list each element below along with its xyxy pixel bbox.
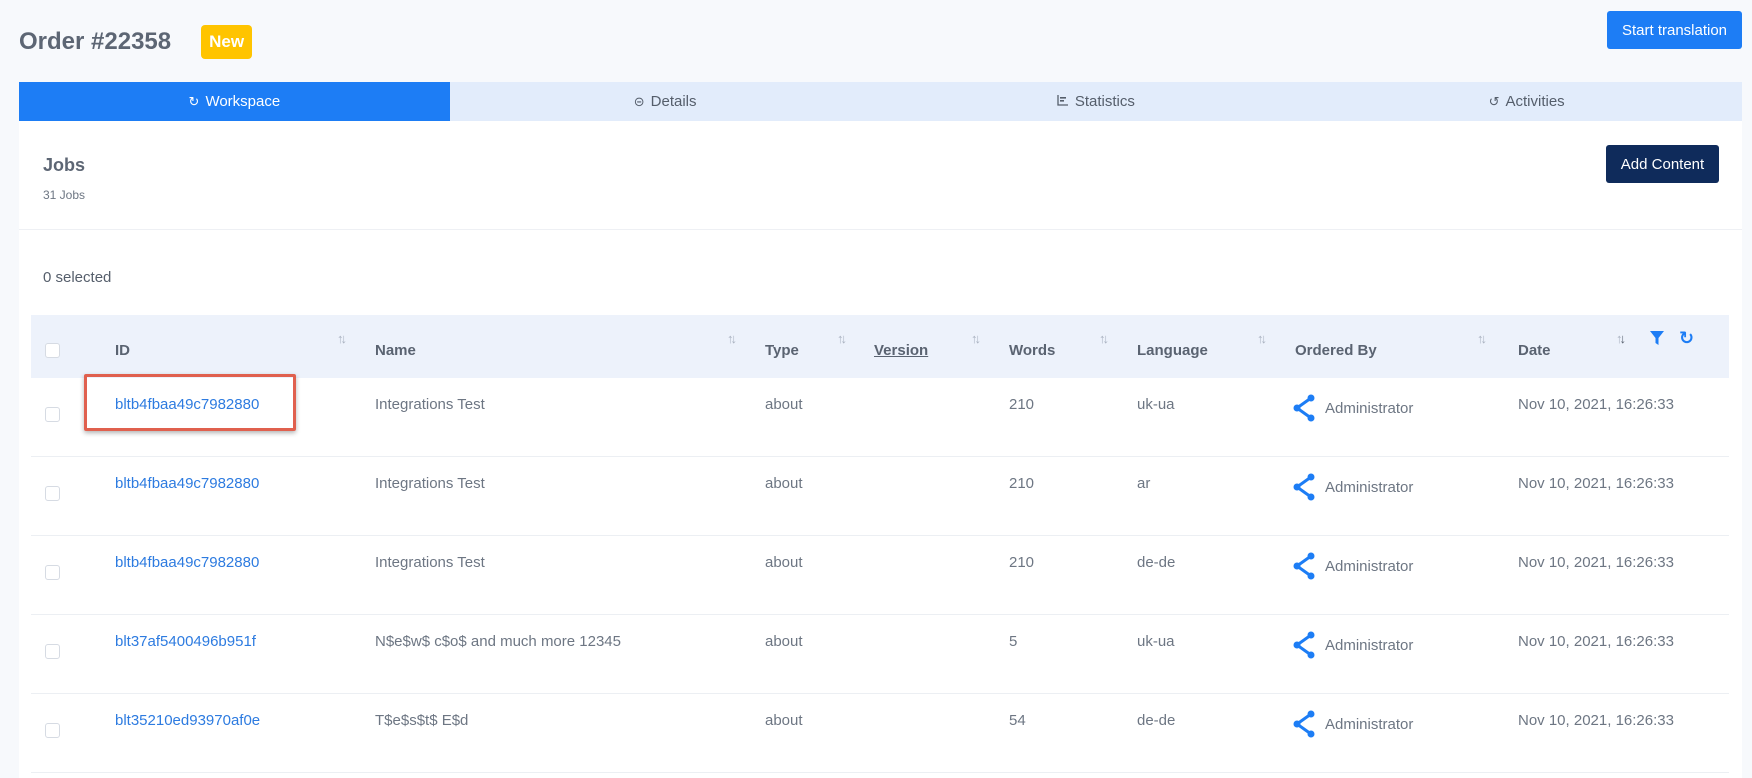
avatar-icon xyxy=(1293,473,1315,501)
table-row: bltb4fbaa49c7982880 Integrations Test ab… xyxy=(31,457,1729,536)
page-title: Order #22358 xyxy=(19,28,172,55)
sort-icon[interactable]: ↑↓ xyxy=(1477,331,1487,346)
table-row: bltb4fbaa49c7982880 Integrations Test ab… xyxy=(31,536,1729,615)
page-header: Order #22358 New xyxy=(19,20,253,64)
ordered-by-name: Administrator xyxy=(1325,478,1414,496)
job-name: Integrations Test xyxy=(375,396,485,413)
jobs-title: Jobs xyxy=(43,155,86,175)
job-type: about xyxy=(765,475,803,492)
jobs-card: Jobs 31 Jobs Add Content 0 selected ID ↑… xyxy=(19,121,1742,778)
job-language: de-de xyxy=(1137,554,1176,571)
jobs-count: 31 Jobs xyxy=(43,188,86,202)
column-header-id[interactable]: ID xyxy=(115,315,130,378)
job-id-link[interactable]: bltb4fbaa49c7982880 xyxy=(115,475,259,492)
tab-label: Workspace xyxy=(205,93,281,110)
job-id-link[interactable]: blt35210ed93970af0e xyxy=(115,712,260,729)
column-header-words[interactable]: Words xyxy=(1009,315,1055,378)
ordered-by: Administrator xyxy=(1293,394,1413,422)
job-id-link[interactable]: blt37af5400496b951f xyxy=(115,633,256,650)
job-date: Nov 10, 2021, 16:26:33 xyxy=(1518,396,1674,413)
row-checkbox[interactable] xyxy=(45,565,60,580)
column-header-date[interactable]: Date xyxy=(1518,315,1551,378)
column-header-name[interactable]: Name xyxy=(375,315,416,378)
job-type: about xyxy=(765,712,803,729)
job-date: Nov 10, 2021, 16:26:33 xyxy=(1518,633,1674,650)
ordered-by-name: Administrator xyxy=(1325,636,1414,654)
tab-label: Details xyxy=(650,93,697,110)
sort-icon[interactable]: ↑↓ xyxy=(837,331,847,346)
select-all-checkbox[interactable] xyxy=(45,343,60,358)
column-header-version[interactable]: Version xyxy=(874,315,928,378)
history-icon: ↺ xyxy=(1488,93,1500,109)
row-checkbox[interactable] xyxy=(45,644,60,659)
job-language: uk-ua xyxy=(1137,633,1175,650)
table-row: blt35210ed93970af0e T$e$s$t$ E$d about 5… xyxy=(31,694,1729,773)
job-words: 5 xyxy=(1009,633,1018,650)
sort-icon[interactable]: ↑↓ xyxy=(727,331,737,346)
job-name: N$e$w$ c$o$ and much more 12345 xyxy=(375,633,621,650)
sort-icon[interactable]: ↑↓ xyxy=(1099,331,1109,346)
filter-icon[interactable] xyxy=(1650,331,1664,351)
refresh-icon: ↻ xyxy=(188,93,200,109)
job-language: uk-ua xyxy=(1137,396,1175,413)
sort-icon[interactable]: ↑↓ xyxy=(1257,331,1267,346)
ordered-by-name: Administrator xyxy=(1325,399,1414,417)
job-words: 210 xyxy=(1009,396,1035,413)
tab-details[interactable]: ⊝ Details xyxy=(450,82,881,121)
ordered-by: Administrator xyxy=(1293,473,1413,501)
column-header-type[interactable]: Type xyxy=(765,315,799,378)
column-header-language[interactable]: Language xyxy=(1137,315,1208,378)
start-translation-button[interactable]: Start translation xyxy=(1607,11,1742,49)
job-id-link[interactable]: bltb4fbaa49c7982880 xyxy=(115,396,259,413)
table-row: bltb4fbaa49c7982880 Integrations Test ab… xyxy=(31,374,1729,457)
job-date: Nov 10, 2021, 16:26:33 xyxy=(1518,475,1674,492)
job-type: about xyxy=(765,633,803,650)
sort-icon[interactable]: ↑↓ xyxy=(337,331,347,346)
tab-label: Activities xyxy=(1505,93,1565,110)
add-content-button[interactable]: Add Content xyxy=(1606,145,1719,183)
column-header-ordered-by[interactable]: Ordered By xyxy=(1295,315,1377,378)
job-language: ar xyxy=(1137,475,1151,492)
job-date: Nov 10, 2021, 16:26:33 xyxy=(1518,712,1674,729)
tab-statistics[interactable]: Statistics xyxy=(881,82,1312,121)
tab-bar: ↻ Workspace ⊝ Details Statistics ↺ Activ… xyxy=(19,82,1742,121)
ordered-by-name: Administrator xyxy=(1325,715,1414,733)
table-row: blt37af5400496b951f N$e$w$ c$o$ and much… xyxy=(31,615,1729,694)
job-name: Integrations Test xyxy=(375,475,485,492)
job-words: 210 xyxy=(1009,475,1035,492)
avatar-icon xyxy=(1293,552,1315,580)
job-type: about xyxy=(765,396,803,413)
job-words: 210 xyxy=(1009,554,1035,571)
row-checkbox[interactable] xyxy=(45,407,60,422)
sort-icon[interactable]: ↑↓ xyxy=(971,331,981,346)
avatar-icon xyxy=(1293,710,1315,738)
tab-activities[interactable]: ↺ Activities xyxy=(1311,82,1742,121)
refresh-icon[interactable]: ↻ xyxy=(1679,328,1694,349)
ordered-by: Administrator xyxy=(1293,631,1413,659)
job-type: about xyxy=(765,554,803,571)
ordered-by: Administrator xyxy=(1293,710,1413,738)
tab-label: Statistics xyxy=(1074,93,1135,110)
job-language: de-de xyxy=(1137,712,1176,729)
job-name: T$e$s$t$ E$d xyxy=(375,712,469,729)
bar-chart-icon xyxy=(1057,94,1069,109)
avatar-icon xyxy=(1293,631,1315,659)
jobs-table: ID ↑↓ Name ↑↓ Type ↑↓ Version ↑↓ Words ↑… xyxy=(31,315,1729,773)
avatar-icon xyxy=(1293,394,1315,422)
row-checkbox[interactable] xyxy=(45,723,60,738)
selected-count: 0 selected xyxy=(43,269,112,286)
sort-icon[interactable]: ↑↓ xyxy=(1616,331,1626,346)
minus-circle-icon: ⊝ xyxy=(633,93,645,109)
row-checkbox[interactable] xyxy=(45,486,60,501)
job-words: 54 xyxy=(1009,712,1026,729)
ordered-by-name: Administrator xyxy=(1325,557,1414,575)
ordered-by: Administrator xyxy=(1293,552,1413,580)
job-date: Nov 10, 2021, 16:26:33 xyxy=(1518,554,1674,571)
table-header: ID ↑↓ Name ↑↓ Type ↑↓ Version ↑↓ Words ↑… xyxy=(31,315,1729,378)
job-name: Integrations Test xyxy=(375,554,485,571)
job-id-link[interactable]: bltb4fbaa49c7982880 xyxy=(115,554,259,571)
divider xyxy=(19,229,1742,230)
status-badge: New xyxy=(201,25,253,59)
tab-workspace[interactable]: ↻ Workspace xyxy=(19,82,450,121)
